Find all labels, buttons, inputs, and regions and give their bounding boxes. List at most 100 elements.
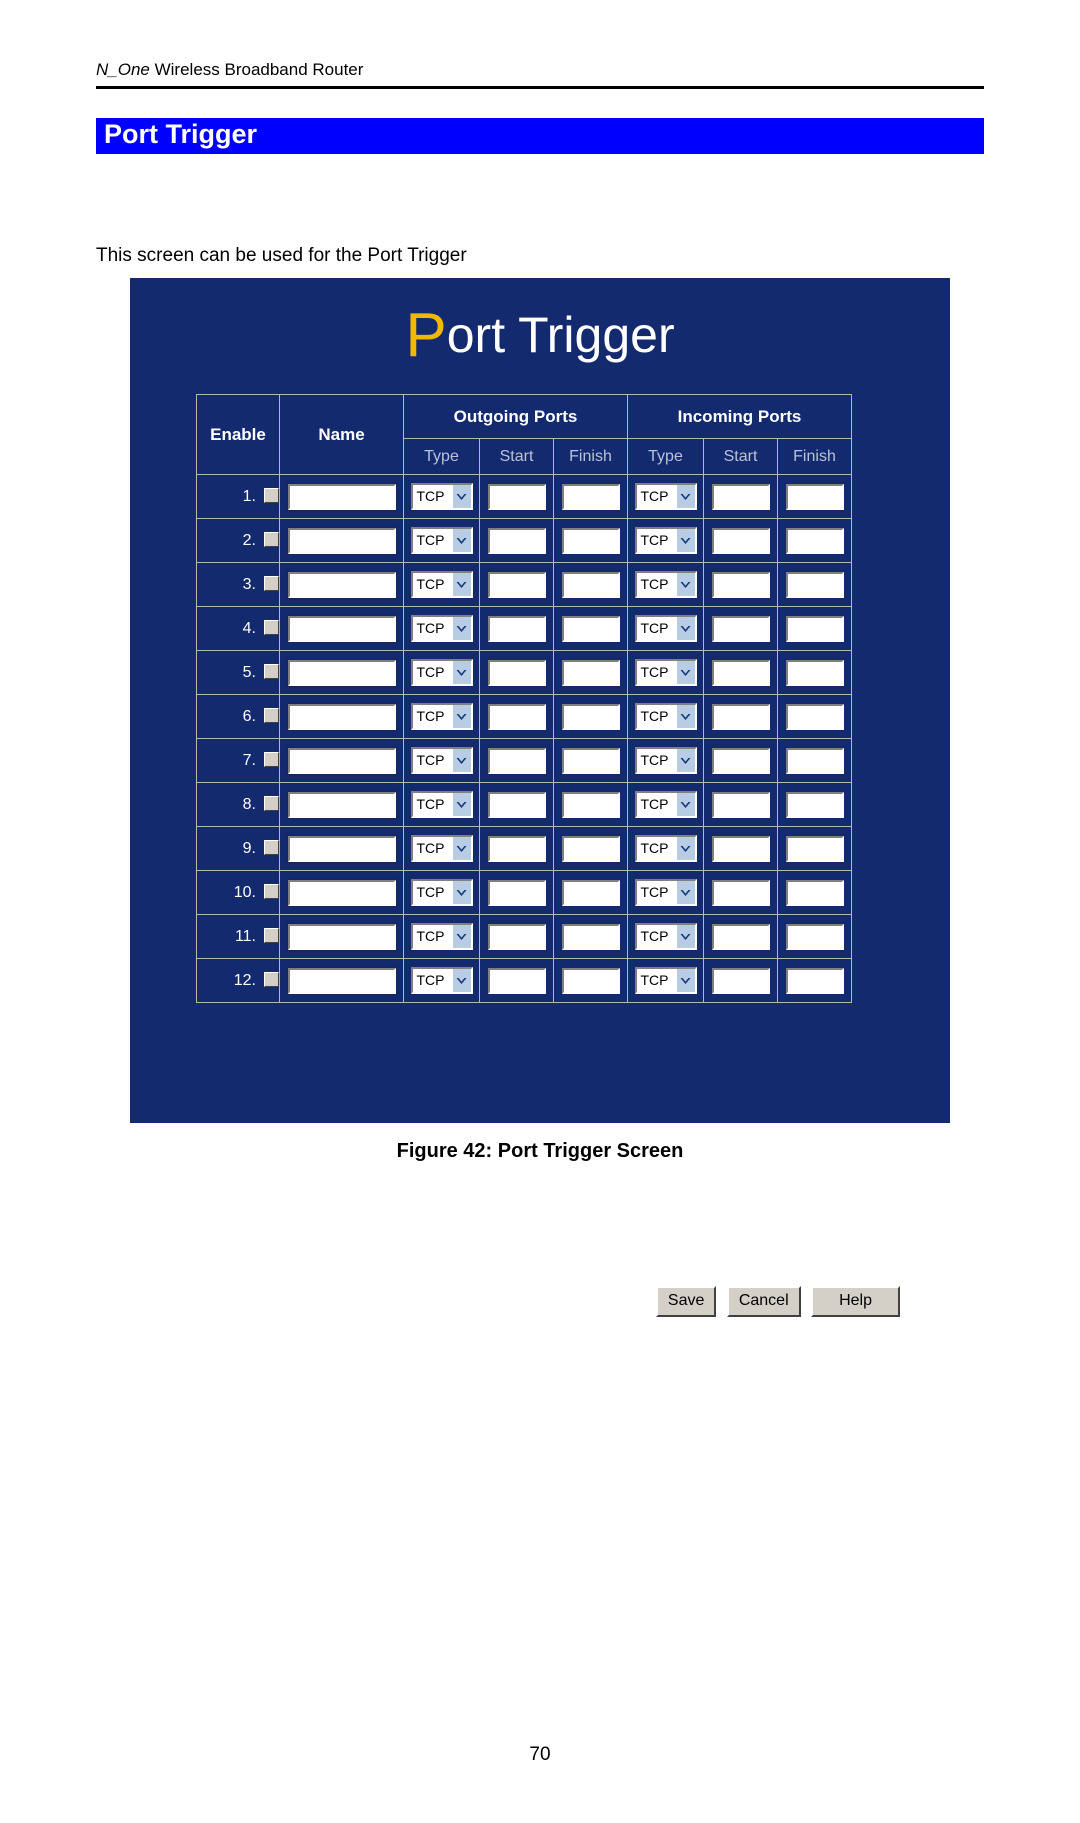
outgoing-start-input[interactable]: [487, 703, 546, 730]
name-input[interactable]: [286, 658, 397, 687]
enable-checkbox[interactable]: [264, 487, 279, 503]
outgoing-start-input[interactable]: [487, 879, 546, 906]
enable-checkbox[interactable]: [264, 575, 279, 591]
outgoing-type-select[interactable]: TCP: [410, 923, 473, 950]
incoming-finish-input[interactable]: [785, 527, 844, 554]
incoming-type-select[interactable]: TCP: [634, 747, 697, 774]
incoming-start-input[interactable]: [711, 483, 770, 510]
outgoing-type-select[interactable]: TCP: [410, 571, 473, 598]
outgoing-finish-input[interactable]: [561, 483, 620, 510]
chevron-down-icon[interactable]: [451, 749, 471, 772]
enable-checkbox[interactable]: [264, 927, 279, 943]
enable-checkbox[interactable]: [264, 795, 279, 811]
chevron-down-icon[interactable]: [451, 881, 471, 904]
incoming-finish-input[interactable]: [785, 659, 844, 686]
outgoing-start-input[interactable]: [487, 659, 546, 686]
outgoing-finish-input[interactable]: [561, 571, 620, 598]
outgoing-type-select[interactable]: TCP: [410, 527, 473, 554]
outgoing-finish-input[interactable]: [561, 659, 620, 686]
incoming-type-select[interactable]: TCP: [634, 879, 697, 906]
save-button[interactable]: Save: [655, 1286, 717, 1317]
name-input[interactable]: [286, 702, 397, 731]
incoming-start-input[interactable]: [711, 703, 770, 730]
incoming-type-select[interactable]: TCP: [634, 483, 697, 510]
name-input[interactable]: [286, 790, 397, 819]
incoming-start-input[interactable]: [711, 923, 770, 950]
chevron-down-icon[interactable]: [451, 793, 471, 816]
chevron-down-icon[interactable]: [675, 969, 695, 992]
outgoing-start-input[interactable]: [487, 571, 546, 598]
incoming-finish-input[interactable]: [785, 967, 844, 994]
enable-checkbox[interactable]: [264, 883, 279, 899]
name-input[interactable]: [286, 482, 397, 511]
outgoing-start-input[interactable]: [487, 747, 546, 774]
outgoing-finish-input[interactable]: [561, 879, 620, 906]
name-input[interactable]: [286, 526, 397, 555]
name-input[interactable]: [286, 878, 397, 907]
outgoing-finish-input[interactable]: [561, 703, 620, 730]
incoming-start-input[interactable]: [711, 791, 770, 818]
chevron-down-icon[interactable]: [451, 485, 471, 508]
outgoing-type-select[interactable]: TCP: [410, 791, 473, 818]
chevron-down-icon[interactable]: [675, 925, 695, 948]
outgoing-finish-input[interactable]: [561, 791, 620, 818]
chevron-down-icon[interactable]: [675, 837, 695, 860]
outgoing-finish-input[interactable]: [561, 967, 620, 994]
enable-checkbox[interactable]: [264, 751, 279, 767]
chevron-down-icon[interactable]: [451, 529, 471, 552]
chevron-down-icon[interactable]: [451, 925, 471, 948]
chevron-down-icon[interactable]: [451, 969, 471, 992]
chevron-down-icon[interactable]: [451, 837, 471, 860]
enable-checkbox[interactable]: [264, 707, 279, 723]
incoming-finish-input[interactable]: [785, 879, 844, 906]
chevron-down-icon[interactable]: [675, 529, 695, 552]
chevron-down-icon[interactable]: [675, 485, 695, 508]
chevron-down-icon[interactable]: [451, 705, 471, 728]
chevron-down-icon[interactable]: [675, 661, 695, 684]
name-input[interactable]: [286, 570, 397, 599]
outgoing-type-select[interactable]: TCP: [410, 483, 473, 510]
incoming-type-select[interactable]: TCP: [634, 835, 697, 862]
name-input[interactable]: [286, 922, 397, 951]
outgoing-start-input[interactable]: [487, 967, 546, 994]
incoming-start-input[interactable]: [711, 835, 770, 862]
incoming-type-select[interactable]: TCP: [634, 791, 697, 818]
incoming-start-input[interactable]: [711, 571, 770, 598]
chevron-down-icon[interactable]: [675, 881, 695, 904]
outgoing-type-select[interactable]: TCP: [410, 703, 473, 730]
outgoing-finish-input[interactable]: [561, 747, 620, 774]
incoming-start-input[interactable]: [711, 659, 770, 686]
outgoing-finish-input[interactable]: [561, 835, 620, 862]
enable-checkbox[interactable]: [264, 971, 279, 987]
incoming-finish-input[interactable]: [785, 835, 844, 862]
outgoing-start-input[interactable]: [487, 923, 546, 950]
incoming-type-select[interactable]: TCP: [634, 615, 697, 642]
chevron-down-icon[interactable]: [451, 661, 471, 684]
incoming-finish-input[interactable]: [785, 615, 844, 642]
incoming-start-input[interactable]: [711, 527, 770, 554]
outgoing-finish-input[interactable]: [561, 923, 620, 950]
incoming-type-select[interactable]: TCP: [634, 527, 697, 554]
name-input[interactable]: [286, 834, 397, 863]
outgoing-finish-input[interactable]: [561, 615, 620, 642]
incoming-finish-input[interactable]: [785, 791, 844, 818]
incoming-start-input[interactable]: [711, 967, 770, 994]
enable-checkbox[interactable]: [264, 619, 279, 635]
chevron-down-icon[interactable]: [675, 573, 695, 596]
chevron-down-icon[interactable]: [675, 617, 695, 640]
name-input[interactable]: [286, 966, 397, 995]
chevron-down-icon[interactable]: [675, 793, 695, 816]
cancel-button[interactable]: Cancel: [726, 1286, 801, 1317]
incoming-finish-input[interactable]: [785, 747, 844, 774]
enable-checkbox[interactable]: [264, 531, 279, 547]
incoming-start-input[interactable]: [711, 747, 770, 774]
incoming-finish-input[interactable]: [785, 703, 844, 730]
incoming-type-select[interactable]: TCP: [634, 923, 697, 950]
name-input[interactable]: [286, 614, 397, 643]
incoming-type-select[interactable]: TCP: [634, 967, 697, 994]
incoming-finish-input[interactable]: [785, 571, 844, 598]
enable-checkbox[interactable]: [264, 663, 279, 679]
incoming-type-select[interactable]: TCP: [634, 571, 697, 598]
incoming-type-select[interactable]: TCP: [634, 703, 697, 730]
help-button[interactable]: Help: [811, 1286, 900, 1317]
